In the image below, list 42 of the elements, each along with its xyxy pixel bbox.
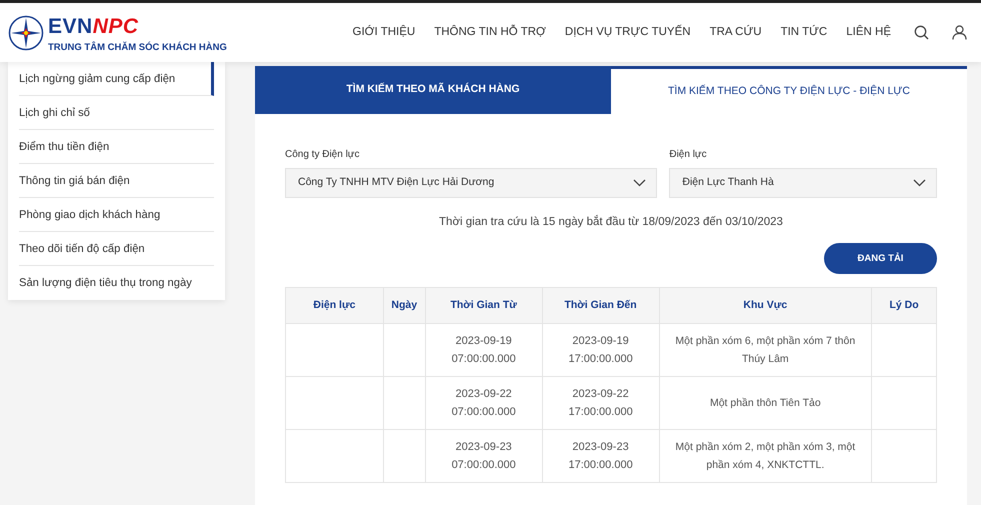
table-cell: Một phần xóm 2, một phần xóm 3, một phần xóm 4, XNKTCTTL. [659, 430, 872, 483]
table-cell: 2023-09-23 07:00:00.000 [425, 430, 542, 483]
sidebar-item[interactable]: Phòng giao dịch khách hàng [19, 198, 214, 232]
brand-logo-text[interactable]: EVNNPC [48, 16, 227, 37]
user-icon[interactable] [952, 25, 967, 40]
sidebar-item[interactable]: Điểm thu tiền điện [19, 130, 214, 164]
brand-subtitle: TRUNG TÂM CHĂM SÓC KHÁCH HÀNG [48, 40, 227, 55]
chevron-down-icon [913, 179, 926, 187]
sidebar-item[interactable]: Lịch ghi chỉ số [19, 96, 214, 130]
table-cell: Một phần thôn Tiên Tảo [659, 376, 872, 430]
sidebar-item[interactable]: Lịch ngừng giảm cung cấp điện [19, 62, 214, 96]
table-cell: 2023-09-23 17:00:00.000 [542, 430, 660, 483]
table-cell: 2023-09-19 07:00:00.000 [425, 324, 542, 377]
field-label: Điện lực [669, 148, 708, 162]
select-field[interactable]: Điện Lực Thanh Hà [669, 168, 937, 198]
logo-icon [8, 14, 44, 50]
column-header: Lý Do [872, 288, 936, 324]
nav-link[interactable]: DỊCH VỤ TRỰC TUYẾN [564, 24, 691, 42]
nav-link[interactable]: TRA CỨU [710, 24, 762, 42]
loading-button[interactable]: ĐANG TẢI [824, 243, 937, 274]
search-icon[interactable] [914, 25, 929, 40]
chevron-down-icon [633, 179, 646, 187]
column-header: Thời Gian Từ [425, 288, 542, 324]
table-cell: Một phần xóm 6, một phần xóm 7 thôn Thúy Lâm [659, 324, 872, 377]
sidebar-item[interactable]: Thông tin giá bán điện [19, 164, 214, 198]
column-header: Ngày [383, 288, 426, 324]
nav-link[interactable]: THÔNG TIN HỖ TRỢ [434, 24, 546, 42]
column-header: Điện lực [286, 288, 384, 324]
column-header: Thời Gian Đến [542, 288, 660, 324]
column-header: Khu Vực [659, 288, 872, 324]
sidebar-item[interactable]: Theo dõi tiến độ cấp điện [19, 232, 214, 266]
tab[interactable]: TÌM KIẾM THEO MÃ KHÁCH HÀNG [255, 66, 611, 114]
table-cell: 2023-09-19 17:00:00.000 [542, 324, 660, 377]
nav-link[interactable]: GIỚI THIỆU [352, 24, 416, 42]
nav-link[interactable]: TIN TỨC [780, 24, 828, 42]
table-cell: 2023-09-22 17:00:00.000 [542, 376, 660, 430]
nav-link[interactable]: LIÊN HỆ [846, 24, 891, 42]
sidebar-item[interactable]: Sản lượng điện tiêu thụ trong ngày [19, 266, 214, 300]
table-cell: 2023-09-22 07:00:00.000 [425, 376, 542, 430]
field-label: Công ty Điện lực [285, 148, 361, 162]
select-field[interactable]: Công Ty TNHH MTV Điện Lực Hải Dương [285, 168, 658, 198]
search-period-text: Thời gian tra cứu là 15 ngày bắt đầu từ 18/09/2023 đến 03/10/2023 [438, 214, 784, 230]
